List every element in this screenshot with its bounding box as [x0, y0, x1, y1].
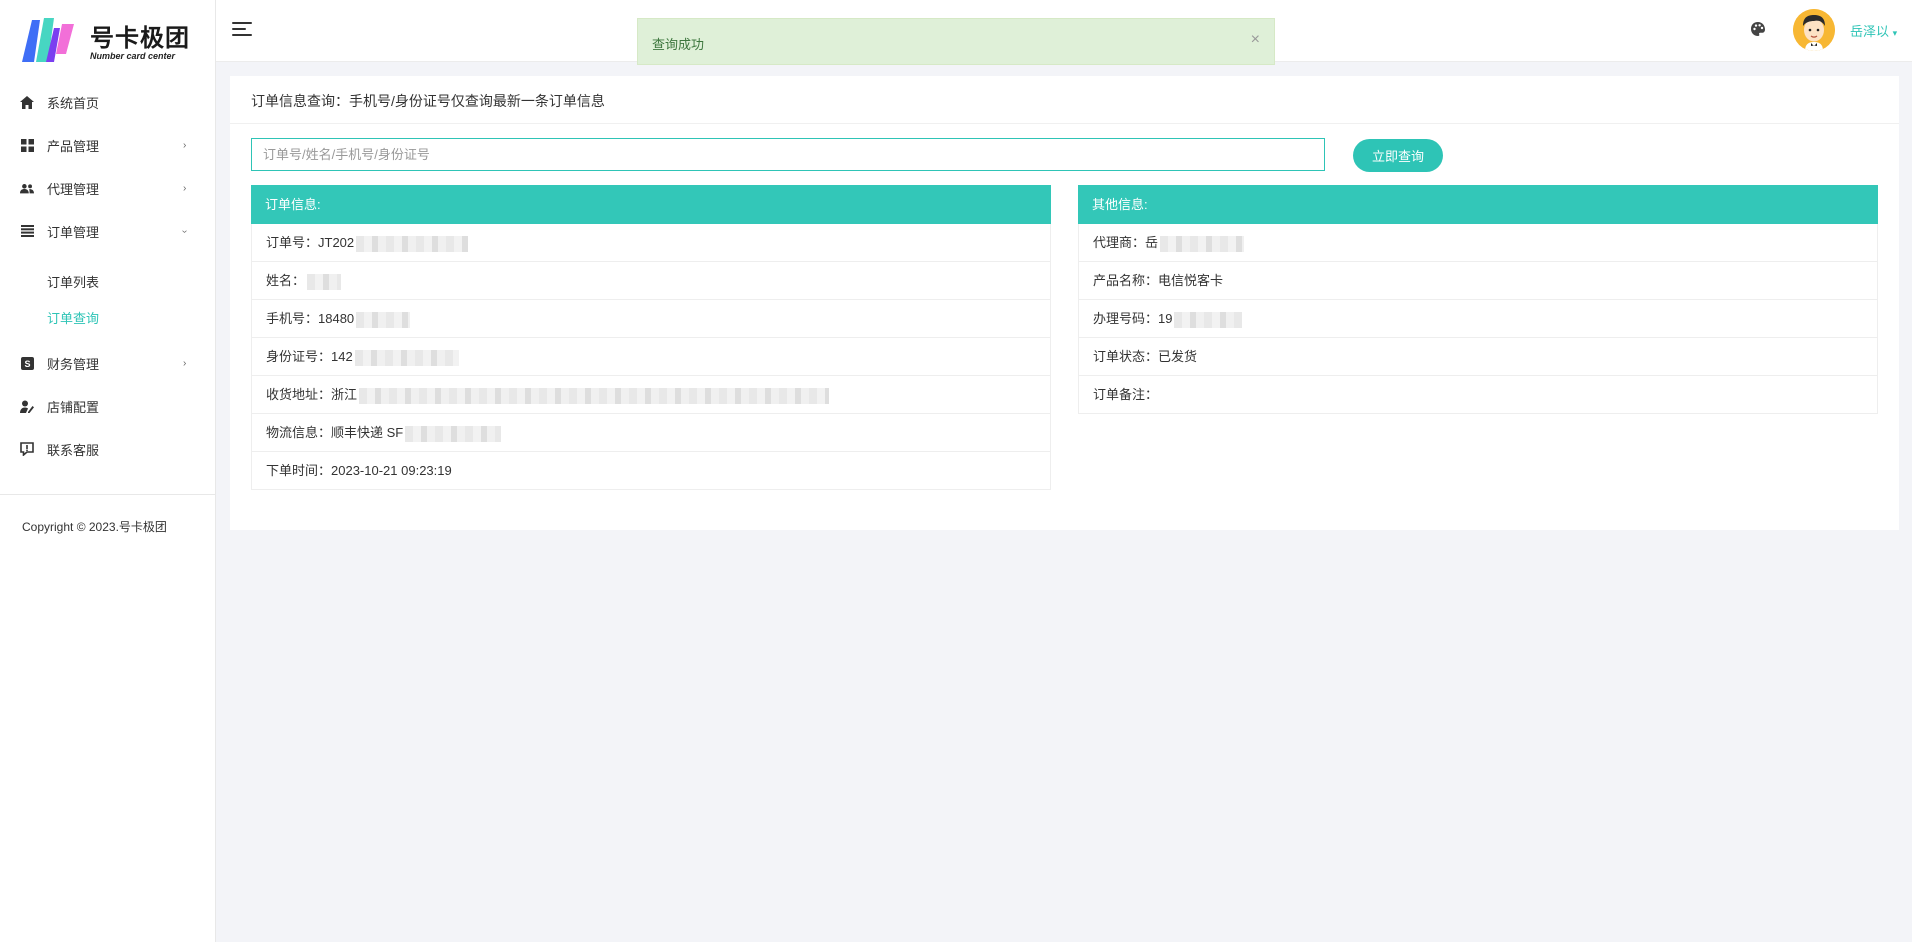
- row-value: 142: [331, 349, 353, 364]
- sidebar-item-finance[interactable]: S 财务管理 ›: [0, 343, 215, 383]
- chevron-right-icon: ›: [183, 139, 187, 151]
- sidebar-item-agents[interactable]: 代理管理 ›: [0, 168, 215, 208]
- info-row-address: 收货地址：浙江: [251, 376, 1051, 414]
- avatar[interactable]: [1793, 9, 1835, 51]
- row-label: 手机号：: [266, 311, 319, 326]
- top-header: 查询成功 × 岳泽以 ▾: [216, 0, 1912, 65]
- info-row-product-name: 产品名称：电信悦客卡: [1078, 262, 1878, 300]
- copyright-text: Copyright © 2023.号卡极团: [22, 520, 167, 534]
- sidebar-item-label: 代理管理: [47, 181, 100, 197]
- row-value: 18480: [318, 311, 355, 326]
- store-config-icon: [20, 399, 34, 413]
- row-label: 办理号码：: [1093, 311, 1159, 326]
- brand-logo[interactable]: 号卡极团 Number card center: [18, 14, 198, 66]
- row-label: 物流信息：: [266, 425, 332, 440]
- sidebar-item-label: 订单管理: [47, 224, 100, 240]
- toast-message: 查询成功: [652, 37, 705, 52]
- logo-mark-icon: [22, 18, 74, 62]
- menu-toggle-icon[interactable]: [232, 22, 252, 38]
- support-icon: [20, 442, 34, 456]
- redacted-block: [1160, 235, 1245, 252]
- search-input[interactable]: [251, 138, 1325, 171]
- chevron-right-icon: ›: [183, 182, 187, 194]
- finance-icon: S: [20, 356, 34, 370]
- order-query-card: 订单信息查询：手机号/身份证号仅查询最新一条订单信息 立即查询 订单信息: 订单…: [230, 76, 1899, 530]
- panel-title: 订单信息:: [251, 185, 1051, 224]
- redacted-block: [307, 273, 342, 290]
- row-label: 产品名称：: [1093, 273, 1159, 288]
- sidebar-item-label: 系统首页: [47, 95, 100, 111]
- row-value: 已发货: [1158, 349, 1198, 364]
- info-row-phone: 手机号：18480: [251, 300, 1051, 338]
- sidebar-subitem-order-list[interactable]: 订单列表: [47, 272, 99, 291]
- sidebar: 号卡极团 Number card center 系统首页 产品管理 › 代理管理…: [0, 0, 216, 942]
- row-label: 身份证号：: [266, 349, 332, 364]
- row-value: 顺丰快递 SF: [331, 425, 404, 440]
- other-info-panel: 其他信息: 代理商：岳 产品名称：电信悦客卡 办理号码：19 订单状态：已发货 …: [1078, 185, 1878, 414]
- query-button[interactable]: 立即查询: [1353, 139, 1443, 172]
- close-icon[interactable]: ×: [1251, 31, 1260, 49]
- row-value: 19: [1158, 311, 1173, 326]
- user-name: 岳泽以: [1850, 24, 1890, 39]
- info-row-agent: 代理商：岳: [1078, 224, 1878, 262]
- row-value: JT202: [318, 235, 355, 250]
- order-info-panel: 订单信息: 订单号：JT202 姓名： 手机号：18480 身份证号：142 收…: [251, 185, 1051, 490]
- grid-icon: [20, 138, 34, 152]
- info-row-order-time: 下单时间：2023-10-21 09:23:19: [251, 452, 1051, 490]
- sidebar-item-dashboard[interactable]: 系统首页: [0, 82, 215, 122]
- redacted-block: [405, 425, 502, 442]
- chevron-down-icon: ›: [179, 229, 191, 233]
- redacted-block: [359, 387, 830, 404]
- page-title: 订单信息查询：手机号/身份证号仅查询最新一条订单信息: [251, 93, 605, 109]
- redacted-block: [356, 311, 411, 328]
- sidebar-item-orders[interactable]: 订单管理 ›: [0, 211, 215, 251]
- info-row-handle-number: 办理号码：19: [1078, 300, 1878, 338]
- row-label: 代理商：: [1093, 235, 1146, 250]
- palette-icon[interactable]: [1750, 21, 1766, 37]
- list-icon: [20, 224, 34, 238]
- sidebar-item-label: 店铺配置: [47, 399, 100, 415]
- card-header: 订单信息查询：手机号/身份证号仅查询最新一条订单信息: [230, 76, 1899, 124]
- row-value: 2023-10-21 09:23:19: [331, 463, 452, 478]
- info-row-name: 姓名：: [251, 262, 1051, 300]
- sidebar-item-label: 财务管理: [47, 356, 100, 372]
- row-label: 收货地址：: [266, 387, 332, 402]
- sidebar-item-products[interactable]: 产品管理 ›: [0, 125, 215, 165]
- row-label: 订单备注：: [1093, 387, 1159, 402]
- redacted-block: [1174, 311, 1243, 328]
- info-row-order-status: 订单状态：已发货: [1078, 338, 1878, 376]
- redacted-block: [354, 349, 459, 366]
- redacted-block: [356, 235, 469, 252]
- info-row-id-number: 身份证号：142: [251, 338, 1051, 376]
- row-label: 订单号：: [266, 235, 319, 250]
- sidebar-item-support[interactable]: 联系客服: [0, 429, 215, 469]
- info-row-order-remark: 订单备注：: [1078, 376, 1878, 414]
- info-row-order-no: 订单号：JT202: [251, 224, 1051, 262]
- brand-title: 号卡极团: [90, 25, 190, 52]
- success-toast: 查询成功 ×: [637, 18, 1275, 65]
- row-value: 电信悦客卡: [1158, 273, 1224, 288]
- row-label: 下单时间：: [266, 463, 332, 478]
- sidebar-item-store-config[interactable]: 店铺配置: [0, 386, 215, 426]
- panel-title: 其他信息:: [1078, 185, 1878, 224]
- row-value: 浙江: [331, 387, 358, 402]
- sidebar-subitem-order-query[interactable]: 订单查询: [47, 308, 99, 327]
- sidebar-divider: [0, 494, 215, 495]
- sidebar-item-label: 联系客服: [47, 442, 100, 458]
- info-row-logistics: 物流信息：顺丰快递 SF: [251, 414, 1051, 452]
- caret-down-icon: ▾: [1892, 28, 1898, 38]
- svg-text:S: S: [24, 359, 30, 369]
- sidebar-item-label: 产品管理: [47, 138, 100, 154]
- home-icon: [20, 95, 34, 109]
- row-value: 岳: [1145, 235, 1159, 250]
- brand-subtitle: Number card center: [90, 51, 176, 61]
- user-menu[interactable]: 岳泽以 ▾: [1850, 21, 1897, 40]
- row-label: 订单状态：: [1093, 349, 1159, 364]
- row-label: 姓名：: [266, 273, 306, 288]
- users-icon: [20, 181, 34, 195]
- chevron-right-icon: ›: [183, 357, 187, 369]
